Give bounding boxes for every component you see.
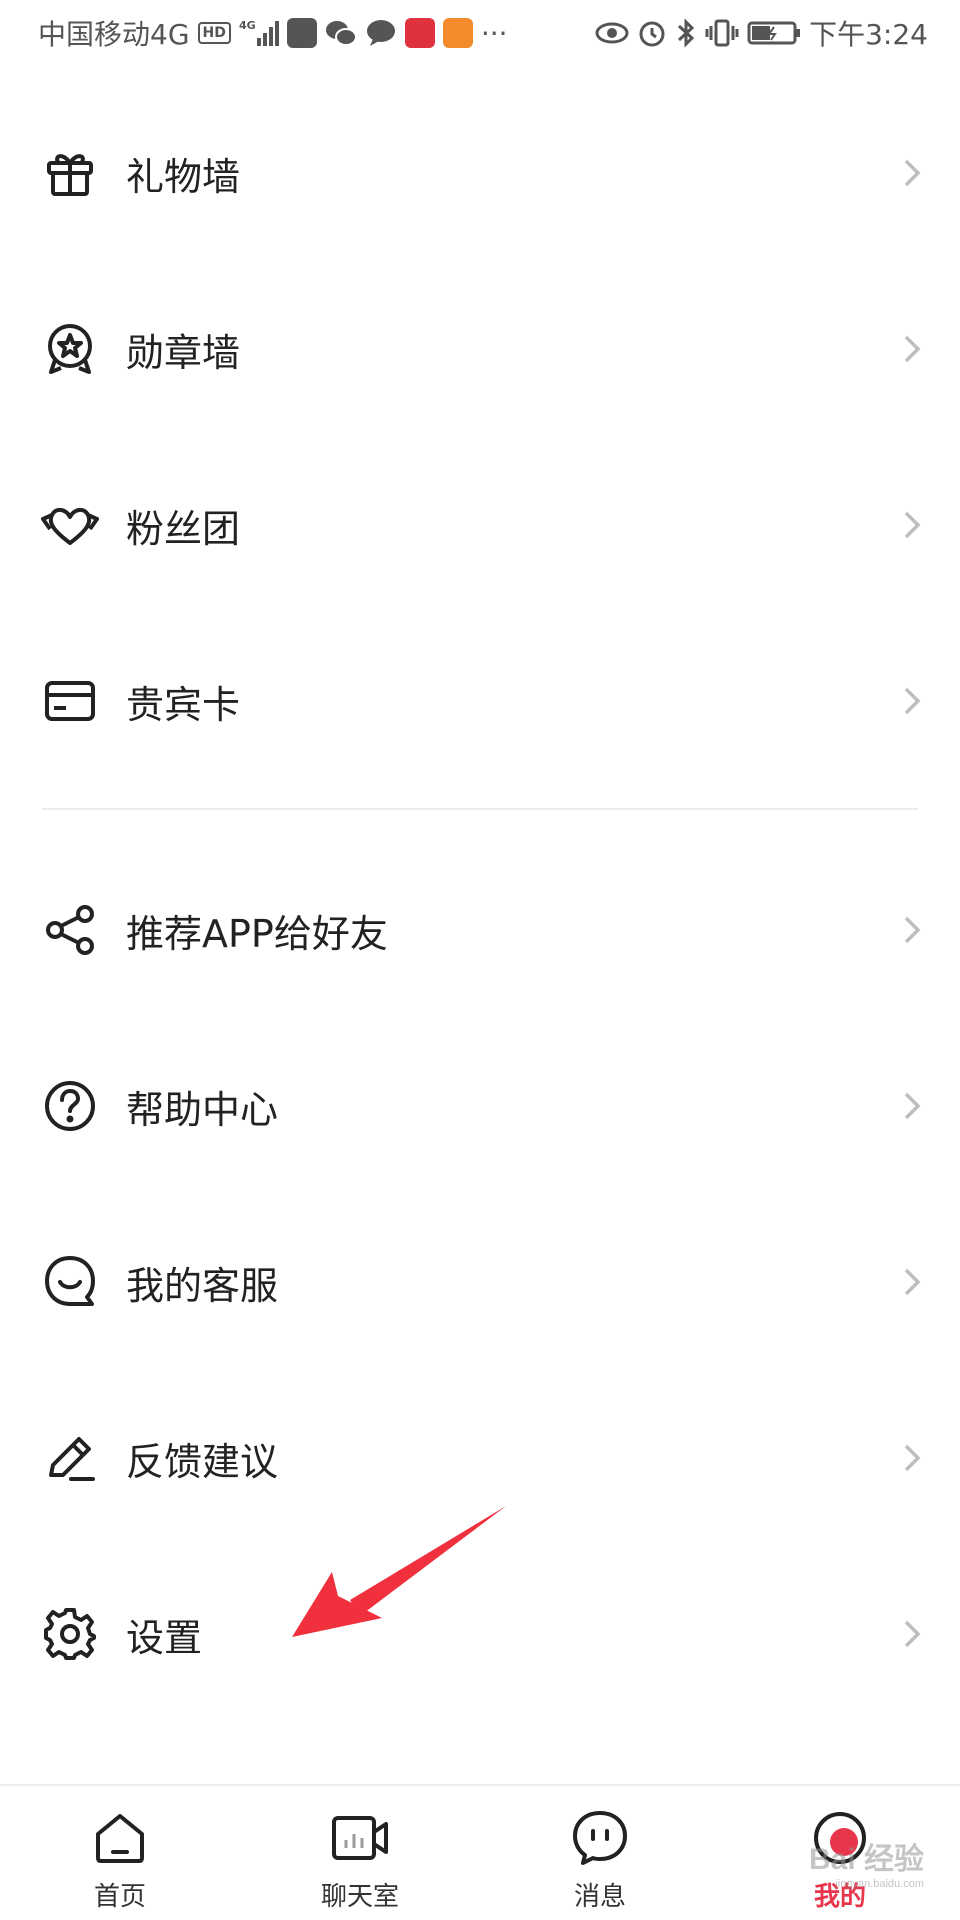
heart-hands-icon bbox=[40, 495, 100, 555]
watermark-sub: jingyan.baidu.com bbox=[835, 1878, 924, 1890]
red-app-icon bbox=[404, 18, 435, 48]
menu-item-label: 推荐APP给好友 bbox=[126, 911, 388, 956]
gift-icon bbox=[40, 143, 100, 203]
bluetooth-icon bbox=[675, 18, 697, 48]
clock-label: 下午3:24 bbox=[809, 18, 928, 51]
menu-item-label: 贵宾卡 bbox=[126, 682, 241, 727]
eye-icon bbox=[595, 18, 629, 48]
status-bar: 中国移动4G HD 4G ··· 下午3:24 bbox=[0, 0, 960, 66]
chevron-right-icon bbox=[904, 687, 921, 715]
battery-icon bbox=[747, 18, 801, 48]
card-icon bbox=[40, 671, 100, 731]
menu-item-label: 帮助中心 bbox=[126, 1087, 279, 1132]
carrier-label: 中国移动4G bbox=[38, 18, 190, 51]
svg-text:4G: 4G bbox=[239, 19, 256, 32]
message-icon bbox=[570, 1808, 630, 1868]
watermark-text: Bai 经验 bbox=[808, 1843, 924, 1876]
menu-item-recommend-app[interactable]: 推荐APP给好友 bbox=[0, 870, 960, 990]
chevron-right-icon bbox=[904, 1268, 921, 1296]
tab-messages[interactable]: 消息 bbox=[480, 1786, 720, 1920]
section-divider bbox=[42, 808, 918, 810]
status-bar-right: 下午3:24 bbox=[595, 13, 928, 53]
menu-item-medal-wall[interactable]: 勋章墙 bbox=[0, 289, 960, 409]
menu-item-gift-wall[interactable]: 礼物墙 bbox=[0, 113, 960, 233]
annotation-arrow-icon bbox=[292, 1506, 506, 1637]
share-icon bbox=[40, 900, 100, 960]
menu-item-vip-card[interactable]: 贵宾卡 bbox=[0, 641, 960, 761]
menu-item-label: 反馈建议 bbox=[126, 1439, 279, 1484]
gear-icon bbox=[40, 1604, 100, 1664]
chevron-right-icon bbox=[904, 1092, 921, 1120]
menu-item-fan-club[interactable]: 粉丝团 bbox=[0, 465, 960, 585]
tab-label: 首页 bbox=[93, 1882, 146, 1912]
vibrate-icon bbox=[705, 18, 739, 48]
hd-badge: HD bbox=[197, 22, 231, 44]
chat-bubble-icon bbox=[365, 18, 397, 48]
tab-label: 聊天室 bbox=[320, 1882, 399, 1912]
menu-item-label: 我的客服 bbox=[126, 1263, 279, 1308]
tab-label: 消息 bbox=[573, 1882, 626, 1912]
tab-chat-room[interactable]: 聊天室 bbox=[240, 1786, 480, 1920]
menu-item-label: 粉丝团 bbox=[126, 506, 241, 551]
orange-app-icon bbox=[442, 18, 473, 48]
huawei-app-icon bbox=[286, 18, 317, 48]
menu-item-customer-service[interactable]: 我的客服 bbox=[0, 1222, 960, 1342]
medal-icon bbox=[40, 319, 100, 379]
alarm-icon bbox=[637, 18, 667, 48]
baidu-watermark: Bai 经验 jingyan.baidu.com bbox=[809, 1834, 924, 1890]
menu-item-help-center[interactable]: 帮助中心 bbox=[0, 1046, 960, 1166]
video-room-icon bbox=[330, 1808, 390, 1868]
menu-item-label: 设置 bbox=[126, 1615, 203, 1660]
menu-item-label: 勋章墙 bbox=[126, 330, 241, 375]
status-bar-left: 中国移动4G HD 4G ··· bbox=[38, 13, 508, 53]
chevron-right-icon bbox=[904, 916, 921, 944]
chevron-right-icon bbox=[904, 1444, 921, 1472]
tab-home[interactable]: 首页 bbox=[0, 1786, 240, 1920]
wechat-icon bbox=[325, 18, 357, 48]
chevron-right-icon bbox=[904, 335, 921, 363]
customer-service-icon bbox=[40, 1252, 100, 1312]
pencil-icon bbox=[40, 1428, 100, 1488]
more-notifications: ··· bbox=[480, 16, 508, 50]
help-icon bbox=[40, 1076, 100, 1136]
home-icon bbox=[90, 1808, 150, 1868]
menu-item-label: 礼物墙 bbox=[126, 154, 241, 199]
chevron-right-icon bbox=[904, 159, 921, 187]
signal-icon: 4G bbox=[239, 18, 279, 48]
chevron-right-icon bbox=[904, 511, 921, 539]
chevron-right-icon bbox=[904, 1620, 921, 1648]
